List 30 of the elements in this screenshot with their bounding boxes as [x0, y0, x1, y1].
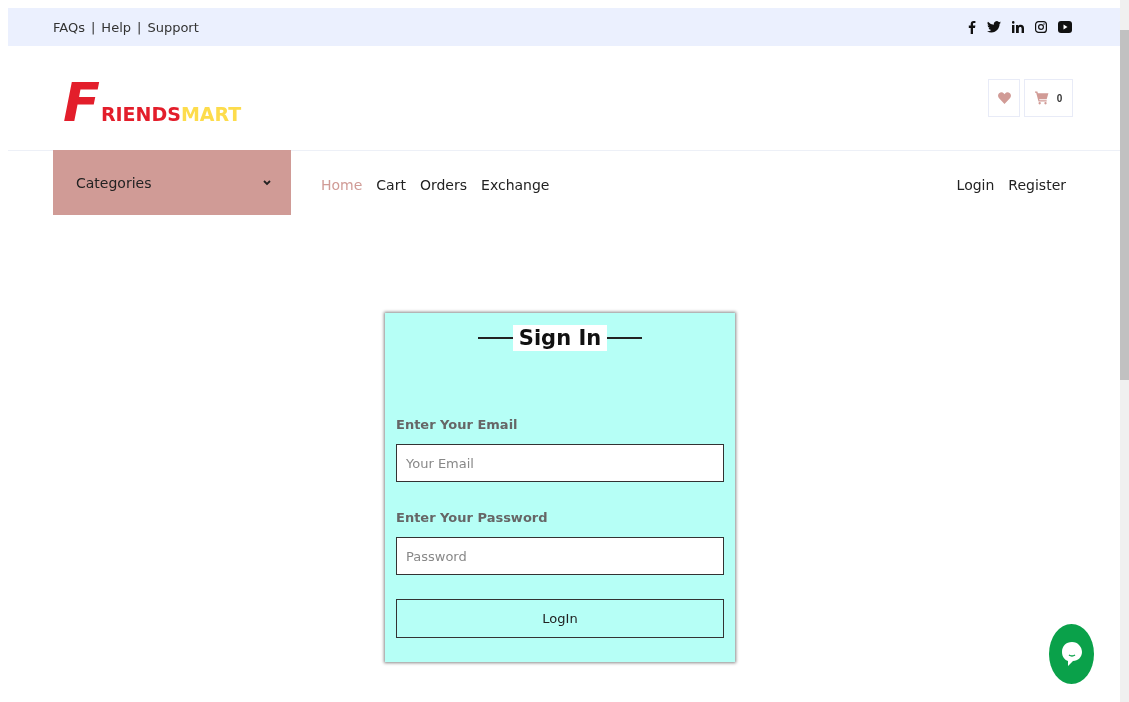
- linkedin-icon[interactable]: [1012, 21, 1024, 33]
- nav-link[interactable]: Orders: [419, 176, 468, 193]
- input-field[interactable]: Your Email: [396, 444, 724, 482]
- field-label: Enter Your Email: [396, 417, 519, 432]
- chat-button[interactable]: [1049, 624, 1094, 684]
- heart-icon: [997, 92, 1011, 104]
- youtube-icon[interactable]: [1058, 21, 1072, 33]
- top-link[interactable]: Help: [101, 19, 131, 35]
- facebook-icon[interactable]: [968, 20, 976, 34]
- nav-link[interactable]: Exchange: [481, 176, 550, 193]
- categories-dropdown[interactable]: Categories: [53, 150, 291, 215]
- logo[interactable]: FRIENDSMART: [63, 66, 242, 130]
- cart-icon: [1034, 91, 1049, 105]
- field-label: Enter Your Password: [396, 510, 549, 525]
- scrollbar[interactable]: [1120, 0, 1129, 702]
- account-link[interactable]: Login: [956, 176, 995, 193]
- chevron-down-icon: [263, 179, 271, 186]
- nav-link[interactable]: Cart: [376, 176, 406, 193]
- cart-button[interactable]: 0: [1024, 79, 1073, 117]
- input-field[interactable]: Password: [396, 537, 724, 575]
- top-link[interactable]: FAQs: [53, 19, 85, 35]
- form-title: Sign In: [512, 325, 608, 351]
- separator: |: [90, 19, 96, 35]
- login-button[interactable]: LogIn: [396, 599, 724, 638]
- twitter-icon[interactable]: [987, 21, 1001, 33]
- top-link[interactable]: Support: [147, 19, 199, 35]
- instagram-icon[interactable]: [1035, 21, 1047, 33]
- separator: |: [137, 19, 142, 35]
- account-link[interactable]: Register: [1008, 176, 1066, 193]
- chat-icon: [1060, 641, 1083, 667]
